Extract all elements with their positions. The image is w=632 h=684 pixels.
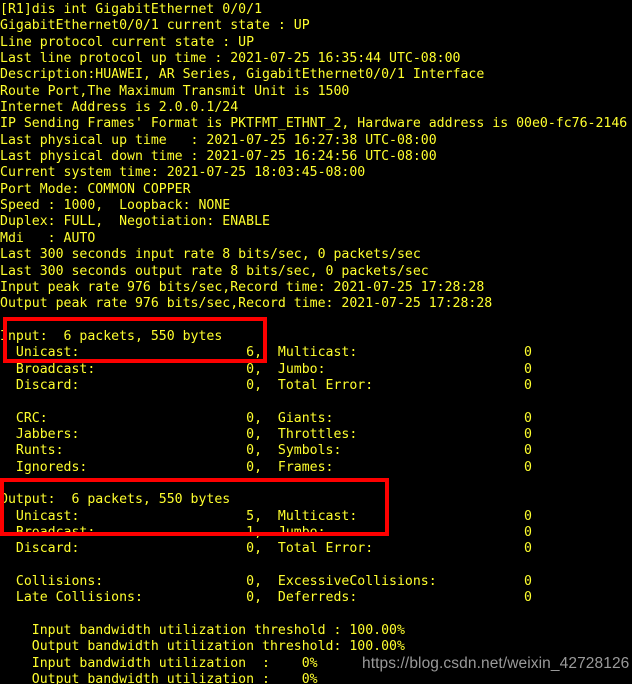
terminal-line: IP Sending Frames' Format is PKTFMT_ETHN… [0,116,628,132]
terminal-line: Route Port,The Maximum Transmit Unit is … [0,83,350,99]
terminal-line: Input bandwidth utilization threshold : … [0,623,405,639]
terminal-line: Collisions: 0, ExcessiveCollisions: 0 [0,574,532,590]
terminal-line: Mdi : AUTO [0,230,96,246]
terminal-line: Port Mode: COMMON COPPER [0,181,191,197]
terminal-line: Broadcast: 1, Jumbo: 0 [0,525,532,540]
terminal-line: Input peak rate 976 bits/sec,Record time… [0,279,485,295]
terminal-line: Internet Address is 2.0.0.1/24 [0,100,239,116]
terminal-line: Output peak rate 976 bits/sec,Record tim… [0,296,493,312]
terminal-line: Runts: 0, Symbols: 0 [0,443,532,459]
terminal-line: CRC: 0, Giants: 0 [0,410,532,426]
terminal-line: Line protocol current state : UP [0,34,255,50]
terminal-line: Last line protocol up time : 2021-07-25 … [0,51,461,67]
terminal-line: Last physical down time : 2021-07-25 16:… [0,149,437,165]
terminal-screen: [R1]dis int GigabitEthernet 0/0/1 Gigabit… [0,0,632,684]
terminal-line: Output bandwidth utilization : 0% [0,672,318,684]
terminal-line: Discard: 0, Total Error: 0 [0,541,532,557]
terminal-line: Last 300 seconds output rate 8 bits/sec,… [0,263,429,279]
terminal-line: Late Collisions: 0, Deferreds: 0 [0,590,532,606]
terminal-line: Output bandwidth utilization threshold: … [0,639,405,655]
terminal-line: Duplex: FULL, Negotiation: ENABLE [0,214,270,230]
terminal-line: Description:HUAWEI, AR Series, GigabitEt… [0,67,485,83]
terminal-line: Broadcast: 0, Jumbo: 0 [0,361,532,377]
terminal-line: GigabitEthernet0/0/1 current state : UP [0,18,310,34]
terminal-line: Discard: 0, Total Error: 0 [0,377,532,393]
terminal-line: Speed : 1000, Loopback: NONE [0,198,231,214]
terminal-line: Ignoreds: 0, Frames: 0 [0,459,532,475]
terminal-line: Current system time: 2021-07-25 18:03:45… [0,165,366,181]
terminal-line: Unicast: 5, Multicast: 0 [0,508,532,524]
watermark-text: https://blog.csdn.net/weixin_42728126 [362,655,630,672]
terminal-output[interactable]: [R1]dis int GigabitEthernet 0/0/1 Gigabit… [0,0,632,684]
terminal-line: Last physical up time : 2021-07-25 16:27… [0,132,437,148]
terminal-line: Last 300 seconds input rate 8 bits/sec, … [0,247,421,263]
terminal-line: Input: 6 packets, 550 bytes [0,328,223,344]
terminal-line: Jabbers: 0, Throttles: 0 [0,426,532,442]
terminal-line: [R1]dis int GigabitEthernet 0/0/1 [0,2,263,17]
terminal-line: Unicast: 6, Multicast: 0 [0,345,532,361]
terminal-line: Output: 6 packets, 550 bytes [0,492,231,508]
